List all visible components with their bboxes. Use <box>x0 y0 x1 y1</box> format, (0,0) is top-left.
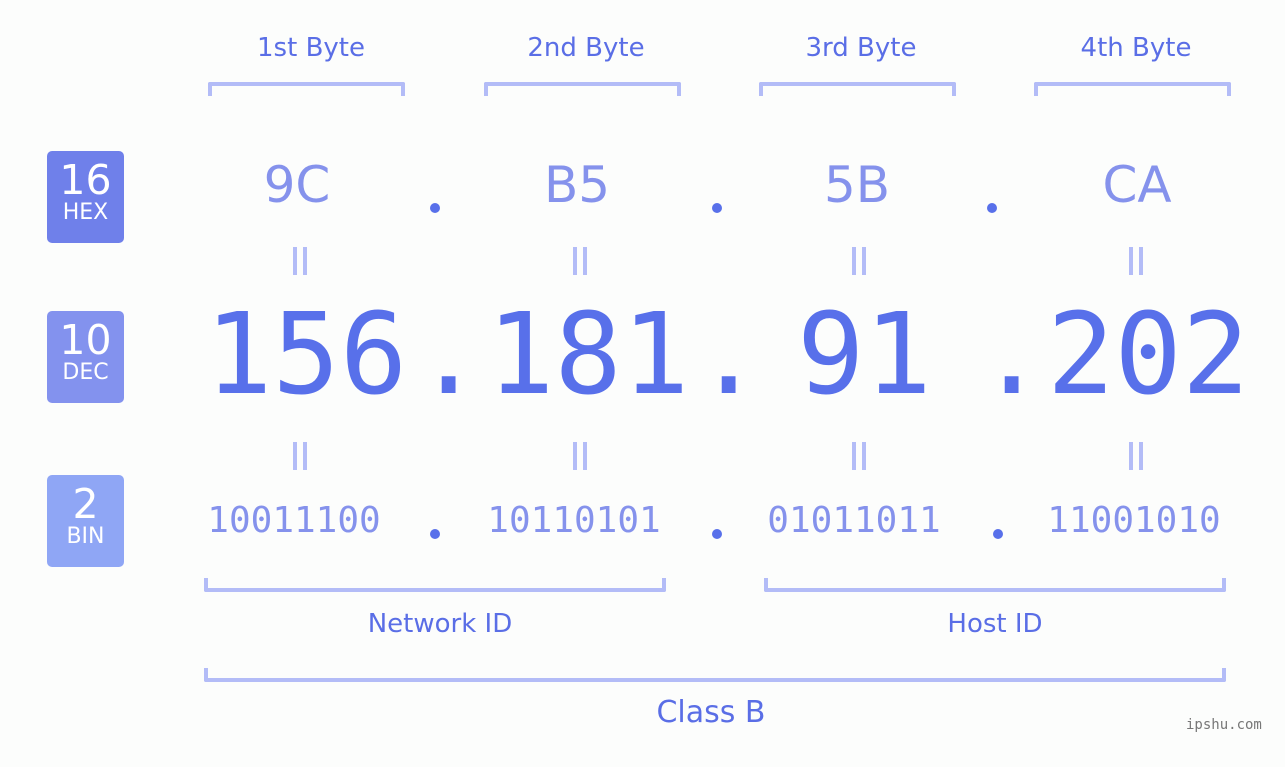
equals-icon <box>850 247 866 275</box>
dec-badge: 10 DEC <box>47 311 124 403</box>
dec-dot-3: . <box>978 290 1046 420</box>
network-id-label: Network ID <box>367 609 513 639</box>
equals-icon <box>291 247 307 275</box>
bin-badge: 2 BIN <box>47 475 124 567</box>
dec-byte-1: 156 <box>205 290 408 420</box>
hex-dot-3 <box>987 203 997 213</box>
byte-bracket-3 <box>759 82 956 96</box>
byte-bracket-2 <box>484 82 681 96</box>
equals-icon <box>571 247 587 275</box>
hex-byte-4: CA <box>1102 156 1172 214</box>
hex-byte-1: 9C <box>263 156 331 214</box>
hex-byte-3: 5B <box>823 156 891 214</box>
dec-label: DEC <box>62 360 109 385</box>
dec-dot-2: . <box>695 290 763 420</box>
equals-icon <box>1127 442 1143 470</box>
bin-dot-1 <box>430 529 440 539</box>
equals-icon <box>1127 247 1143 275</box>
host-id-bracket <box>764 578 1226 592</box>
equals-icon <box>850 442 866 470</box>
watermark: ipshu.com <box>1186 717 1262 733</box>
equals-icon <box>571 442 587 470</box>
dec-base: 10 <box>59 316 112 364</box>
bin-label: BIN <box>66 524 105 549</box>
byte-label-1: 1st Byte <box>257 33 365 63</box>
byte-bracket-4 <box>1034 82 1231 96</box>
dec-byte-3: 91 <box>797 290 932 420</box>
hex-dot-2 <box>712 203 722 213</box>
bin-byte-4: 11001010 <box>1047 500 1221 541</box>
host-id-label: Host ID <box>947 609 1043 639</box>
bin-byte-3: 01011011 <box>767 500 941 541</box>
bin-dot-2 <box>712 529 722 539</box>
byte-label-2: 2nd Byte <box>527 33 645 63</box>
hex-dot-1 <box>430 203 440 213</box>
dec-dot-1: . <box>415 290 483 420</box>
bin-byte-1: 10011100 <box>207 500 381 541</box>
dec-byte-4: 202 <box>1047 290 1250 420</box>
byte-bracket-1 <box>208 82 405 96</box>
equals-icon <box>291 442 307 470</box>
bin-dot-3 <box>993 529 1003 539</box>
class-bracket <box>204 668 1226 682</box>
bin-byte-2: 10110101 <box>487 500 661 541</box>
hex-byte-2: B5 <box>543 156 611 214</box>
dec-byte-2: 181 <box>487 290 690 420</box>
network-id-bracket <box>204 578 666 592</box>
hex-base: 16 <box>59 156 112 204</box>
byte-label-4: 4th Byte <box>1080 33 1192 63</box>
hex-badge: 16 HEX <box>47 151 124 243</box>
byte-label-3: 3rd Byte <box>805 33 917 63</box>
class-label: Class B <box>656 695 766 730</box>
hex-label: HEX <box>62 200 109 225</box>
bin-base: 2 <box>72 480 99 528</box>
